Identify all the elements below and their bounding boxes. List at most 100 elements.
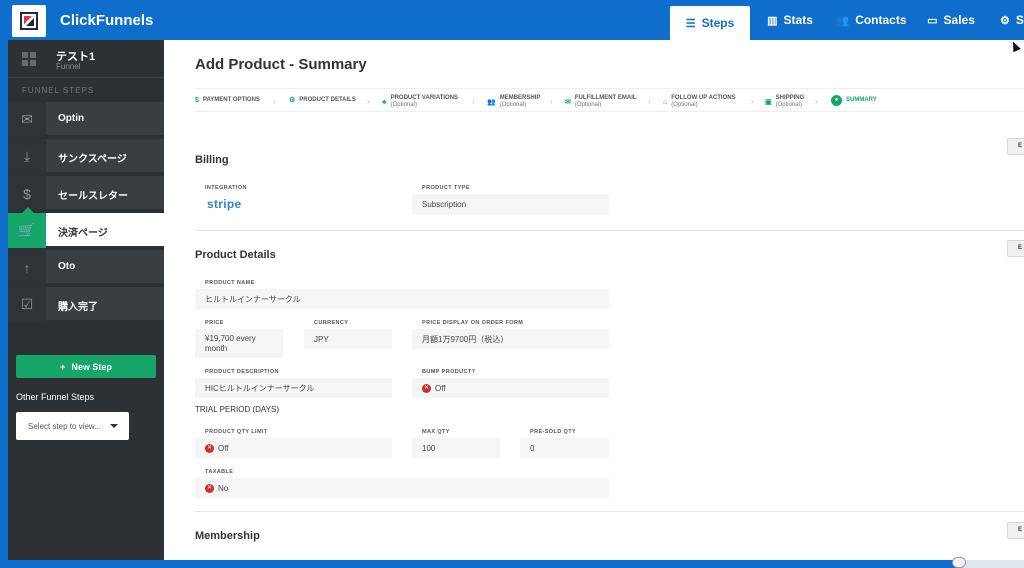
max-qty-label: MAX QTY <box>422 429 450 435</box>
x-circle-icon: ✕ <box>422 384 431 394</box>
chevron-right-icon: › <box>815 97 818 106</box>
price-label: PRICE <box>205 320 224 326</box>
main-content: Add Product - Summary $ PAYMENT OPTIONS ›… <box>164 40 1024 560</box>
wizard-optional: (Optional) <box>390 102 417 108</box>
wizard-step-summary[interactable]: ● SUMMARY <box>831 95 877 106</box>
list-icon: ☰ <box>685 17 696 30</box>
wizard-label: PAYMENT OPTIONS <box>202 97 260 103</box>
wizard-step-followup[interactable]: ⌂ FOLLOW UP ACTIONS (Optional) <box>663 95 736 109</box>
new-step-button[interactable]: + New Step <box>16 355 156 378</box>
wizard-optional: (Optional) <box>574 102 602 108</box>
sidebar: テスト1 Funnel FUNNEL STEPS ✉ Optin ⤓ サンクスペ… <box>8 40 164 568</box>
money-icon: ▭ <box>927 14 938 27</box>
billing-title: Billing <box>195 154 229 166</box>
nav-steps[interactable]: ☰ Steps <box>670 6 750 40</box>
sidebar-step-salesletter[interactable]: $ セールスレター <box>8 176 164 211</box>
dollar-icon: $ <box>195 97 199 104</box>
price-display-label: PRICE DISPLAY ON ORDER FORM <box>422 320 524 326</box>
page-title: Add Product - Summary <box>195 56 367 73</box>
max-qty-value: 100 <box>412 438 500 458</box>
users-icon: 👥 <box>835 14 850 27</box>
download-icon: ⤓ <box>8 139 46 174</box>
top-bar: ClickFunnels ☰ Steps ▥ Stats 👥 Contacts … <box>0 0 1024 40</box>
presold-qty-value: 0 <box>520 438 609 458</box>
wizard-step-payment[interactable]: $ PAYMENT OPTIONS <box>195 97 260 104</box>
chevron-right-icon: › <box>472 97 475 106</box>
membership-title: Membership <box>195 530 260 542</box>
price-display-value: 月額1万9700円（税込） <box>412 329 609 349</box>
edit-product-button[interactable]: E <box>1007 240 1024 257</box>
nav-contacts[interactable]: 👥 Contacts <box>835 0 907 40</box>
wizard-step-membership[interactable]: 👥 MEMBERSHIP (Optional) <box>487 95 540 109</box>
wizard-step-details[interactable]: ⚙ PRODUCT DETAILS <box>289 97 356 104</box>
sidebar-step-optin[interactable]: ✉ Optin <box>8 102 164 137</box>
gear-icon: ⚙ <box>1000 14 1010 27</box>
sidebar-step-thanks[interactable]: ⤓ サンクスページ <box>8 139 164 174</box>
wizard-label: FULFILLMENT EMAIL <box>574 95 637 101</box>
step-label: Oto <box>58 261 76 272</box>
nav-contacts-label: Contacts <box>855 13 907 27</box>
funnel-header[interactable]: テスト1 Funnel <box>8 40 164 78</box>
window-frame-left <box>0 40 8 560</box>
currency-label: CURRENCY <box>314 320 349 326</box>
product-description-value: HICヒルトルインナーサークル <box>195 378 392 398</box>
bar-chart-icon: ▥ <box>767 14 778 27</box>
scroll-handle[interactable] <box>952 557 966 568</box>
currency-value: JPY <box>304 329 392 349</box>
chevron-right-icon: › <box>648 97 651 106</box>
edit-membership-button[interactable]: E <box>1007 522 1024 539</box>
brand-name: ClickFunnels <box>60 12 154 29</box>
nav-stats-label: Stats <box>783 13 813 27</box>
wizard-step-shipping[interactable]: ▣ SHIPPING (Optional) <box>765 95 804 109</box>
wizard-step-variations[interactable]: ♣ PRODUCT VARIATIONS (Optional) <box>382 95 458 109</box>
logo[interactable] <box>12 5 46 37</box>
step-label: サンクスページ <box>58 154 127 165</box>
arrow-up-icon: ↑ <box>8 250 46 285</box>
product-details-title: Product Details <box>195 249 276 261</box>
divider <box>195 230 1024 231</box>
integration-label: INTEGRATION <box>205 185 247 191</box>
new-step-label: New Step <box>71 361 112 372</box>
nav-steps-label: Steps <box>701 16 735 30</box>
bottom-bar <box>0 560 1024 568</box>
sidebar-step-checkout[interactable]: 🛒 決済ページ <box>8 207 164 248</box>
wizard-step-fulfillment[interactable]: ✉ FULFILLMENT EMAIL (Optional) <box>565 95 637 109</box>
step-select[interactable]: Select step to view... <box>16 412 129 440</box>
wizard-optional: (Optional) <box>671 102 698 108</box>
scroll-track[interactable] <box>960 560 1024 568</box>
wizard-label: PRODUCT VARIATIONS <box>390 95 459 101</box>
nav-stats[interactable]: ▥ Stats <box>760 0 820 40</box>
nav-settings[interactable]: ⚙ S <box>1000 0 1024 40</box>
funnel-sub: Funnel <box>56 62 81 71</box>
tree-icon: ♣ <box>382 98 387 106</box>
bump-product-label: BUMP PRODUCT? <box>422 369 476 375</box>
wizard-label: PRODUCT DETAILS <box>299 97 356 103</box>
presold-qty-label: PRE-SOLD QTY <box>530 429 577 435</box>
sitemap-icon: ⌂ <box>663 98 668 106</box>
qty-limit-value: ✕ Off <box>195 438 392 458</box>
caret-down-icon <box>110 424 118 428</box>
envelope-icon: ✉ <box>8 102 46 137</box>
taxable-value: ✕ No <box>195 478 609 498</box>
price-value: ¥19,700 every month <box>195 329 283 358</box>
other-funnel-steps-label: Other Funnel Steps <box>16 392 95 402</box>
sidebar-step-oto[interactable]: ↑ Oto <box>8 250 164 285</box>
x-circle-icon: ✕ <box>205 444 214 454</box>
bump-product-value: ✕ Off <box>412 378 609 398</box>
funnel-steps-heading: FUNNEL STEPS <box>22 86 95 95</box>
wizard-optional: (Optional) <box>499 102 527 108</box>
qty-limit-label: PRODUCT QTY LIMIT <box>205 429 268 435</box>
users-icon: 👥 <box>487 98 496 106</box>
wizard-optional: (Optional) <box>775 102 802 108</box>
nav-sales[interactable]: ▭ Sales <box>924 0 978 40</box>
nav-sales-label: Sales <box>943 13 975 27</box>
divider <box>195 511 1024 512</box>
edit-billing-button[interactable]: E <box>1007 138 1024 155</box>
dollar-icon: $ <box>8 176 46 211</box>
step-select-placeholder: Select step to view... <box>28 421 101 431</box>
chevron-right-icon: › <box>751 97 754 106</box>
taxable-label: TAXABLE <box>205 469 234 475</box>
wizard-label: SUMMARY <box>846 97 877 103</box>
step-label: 決済ページ <box>58 228 108 239</box>
sidebar-step-complete[interactable]: ☑ 購入完了 <box>8 287 164 322</box>
